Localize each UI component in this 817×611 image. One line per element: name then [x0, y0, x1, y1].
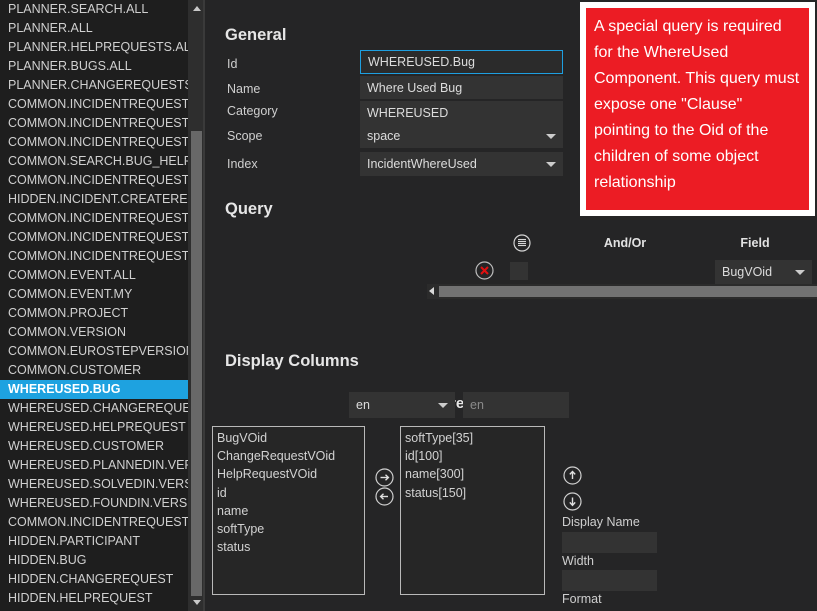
- sidebar-item[interactable]: WHEREUSED.SOLVEDIN.VERSION: [0, 475, 190, 494]
- sidebar-item[interactable]: HIDDEN.BUG: [0, 551, 190, 570]
- query-section-title: Query: [225, 200, 273, 219]
- selected-column-item[interactable]: status[150]: [405, 484, 544, 502]
- selected-columns-list[interactable]: softType[35]id[100]name[300]status[150]: [400, 426, 545, 595]
- sidebar-item[interactable]: HIDDEN.INCIDENT.CREATERESUM: [0, 190, 190, 209]
- sidebar-item[interactable]: PLANNER.ALL: [0, 19, 190, 38]
- sidebar-item[interactable]: HIDDEN.PARTICIPANT: [0, 532, 190, 551]
- sidebar-item[interactable]: COMMON.INCIDENTREQUEST.EXP: [0, 209, 190, 228]
- query-list-sidebar[interactable]: PLANNER.SEARCH.ALLPLANNER.ALLPLANNER.HEL…: [0, 0, 205, 611]
- sidebar-item[interactable]: PLANNER.SEARCH.ALL: [0, 0, 190, 19]
- sidebar-item-selected[interactable]: WHEREUSED.BUG: [0, 380, 190, 399]
- sidebar-item[interactable]: COMMON.INCIDENTREQUEST.EXP: [0, 247, 190, 266]
- sidebar-item[interactable]: WHEREUSED.FOUNDIN.VERSION: [0, 494, 190, 513]
- annotation-callout-text: A special query is required for the Wher…: [586, 8, 809, 210]
- available-column-item[interactable]: softType: [217, 520, 364, 538]
- move-right-icon[interactable]: [375, 468, 394, 487]
- available-column-item[interactable]: id: [217, 484, 364, 502]
- query-list[interactable]: PLANNER.SEARCH.ALLPLANNER.ALLPLANNER.HEL…: [0, 0, 190, 608]
- available-column-item[interactable]: ChangeRequestVOid: [217, 447, 364, 465]
- chevron-down-icon: [438, 403, 448, 408]
- delete-clause-icon[interactable]: [475, 261, 494, 280]
- chevron-down-icon: [795, 270, 805, 275]
- sidebar-item[interactable]: WHEREUSED.PLANNEDIN.VERSION: [0, 456, 190, 475]
- general-section-title: General: [225, 26, 286, 45]
- presentation-language-value: en: [356, 398, 370, 412]
- display-name-label: Display Name: [562, 515, 640, 529]
- scroll-left-arrow-icon[interactable]: [429, 287, 434, 295]
- sidebar-item[interactable]: HIDDEN.HELPREQUEST: [0, 589, 190, 608]
- sidebar-item[interactable]: COMMON.SEARCH.BUG_HELP_CH: [0, 152, 190, 171]
- andor-cell[interactable]: [510, 262, 528, 280]
- query-grid-horizontal-scrollbar[interactable]: [427, 284, 817, 299]
- move-left-icon[interactable]: [375, 487, 394, 506]
- sidebar-item[interactable]: WHEREUSED.CHANGEREQUEST: [0, 399, 190, 418]
- sidebar-item[interactable]: COMMON.INCIDENTREQUEST.EXP: [0, 171, 190, 190]
- index-select-value: IncidentWhereUsed: [367, 157, 477, 171]
- id-label: Id: [227, 57, 237, 71]
- grid-menu-icon[interactable]: [513, 234, 531, 252]
- column-header-andor: And/Or: [580, 236, 670, 250]
- category-input[interactable]: [360, 101, 563, 124]
- category-label: Category: [227, 104, 278, 118]
- available-columns-list[interactable]: BugVOidChangeRequestVOidHelpRequestVOidi…: [212, 426, 365, 595]
- chevron-down-icon: [546, 134, 556, 139]
- sidebar-item[interactable]: COMMON.INCIDENTREQUEST.ID: [0, 133, 190, 152]
- format-label: Format: [562, 592, 602, 606]
- sidebar-item[interactable]: COMMON.INCIDENTREQUEST.ALL: [0, 114, 190, 133]
- scope-label: Scope: [227, 129, 262, 143]
- sidebar-scrollbar-thumb[interactable]: [191, 131, 202, 596]
- sidebar-item[interactable]: COMMON.EVENT.ALL: [0, 266, 190, 285]
- column-header-field: Field: [710, 236, 800, 250]
- name-label: Name: [227, 82, 260, 96]
- clause-field-select[interactable]: BugVOid: [715, 260, 812, 284]
- clause-field-value: BugVOid: [722, 265, 772, 279]
- available-column-item[interactable]: HelpRequestVOid: [217, 465, 364, 483]
- sidebar-item[interactable]: COMMON.VERSION: [0, 323, 190, 342]
- index-select[interactable]: IncidentWhereUsed: [360, 152, 563, 176]
- scope-select[interactable]: space: [360, 124, 563, 148]
- available-column-item[interactable]: name: [217, 502, 364, 520]
- width-input[interactable]: [562, 570, 657, 591]
- chevron-down-icon: [546, 162, 556, 167]
- sidebar-item[interactable]: PLANNER.BUGS.ALL: [0, 57, 190, 76]
- sidebar-item[interactable]: COMMON.INCIDENTREQUEST.MY: [0, 95, 190, 114]
- available-column-item[interactable]: BugVOid: [217, 429, 364, 447]
- query-grid-scrollbar-thumb[interactable]: [439, 286, 817, 297]
- sidebar-item[interactable]: PLANNER.CHANGEREQUESTS.ALL: [0, 76, 190, 95]
- presentation-language-input[interactable]: [463, 392, 569, 418]
- sidebar-item[interactable]: COMMON.CUSTOMER: [0, 361, 190, 380]
- presentation-language-select[interactable]: en: [349, 392, 455, 418]
- sidebar-item[interactable]: COMMON.INCIDENTREQUEST.STA: [0, 513, 190, 532]
- sidebar-item[interactable]: WHEREUSED.CUSTOMER: [0, 437, 190, 456]
- sidebar-item[interactable]: WHEREUSED.HELPREQUEST: [0, 418, 190, 437]
- name-input[interactable]: [360, 76, 563, 99]
- application-window: PLANNER.SEARCH.ALLPLANNER.ALLPLANNER.HEL…: [0, 0, 817, 611]
- available-column-item[interactable]: status: [217, 538, 364, 556]
- move-up-icon[interactable]: [563, 466, 582, 485]
- scope-select-value: space: [367, 129, 400, 143]
- id-input[interactable]: [360, 50, 563, 74]
- width-label: Width: [562, 554, 594, 568]
- sidebar-item[interactable]: COMMON.EVENT.MY: [0, 285, 190, 304]
- selected-column-item[interactable]: id[100]: [405, 447, 544, 465]
- display-name-input[interactable]: [562, 532, 657, 553]
- sidebar-item[interactable]: COMMON.PROJECT: [0, 304, 190, 323]
- display-columns-section-title: Display Columns: [225, 352, 359, 371]
- sidebar-item[interactable]: COMMON.EUROSTEPVERSION: [0, 342, 190, 361]
- selected-column-item[interactable]: softType[35]: [405, 429, 544, 447]
- sidebar-item[interactable]: PLANNER.HELPREQUESTS.ALL: [0, 38, 190, 57]
- annotation-callout: A special query is required for the Wher…: [580, 2, 815, 216]
- sidebar-item[interactable]: COMMON.INCIDENTREQUEST.EXP: [0, 228, 190, 247]
- move-down-icon[interactable]: [563, 492, 582, 511]
- selected-column-item[interactable]: name[300]: [405, 465, 544, 483]
- index-label: Index: [227, 157, 258, 171]
- sidebar-item[interactable]: HIDDEN.CHANGEREQUEST: [0, 570, 190, 589]
